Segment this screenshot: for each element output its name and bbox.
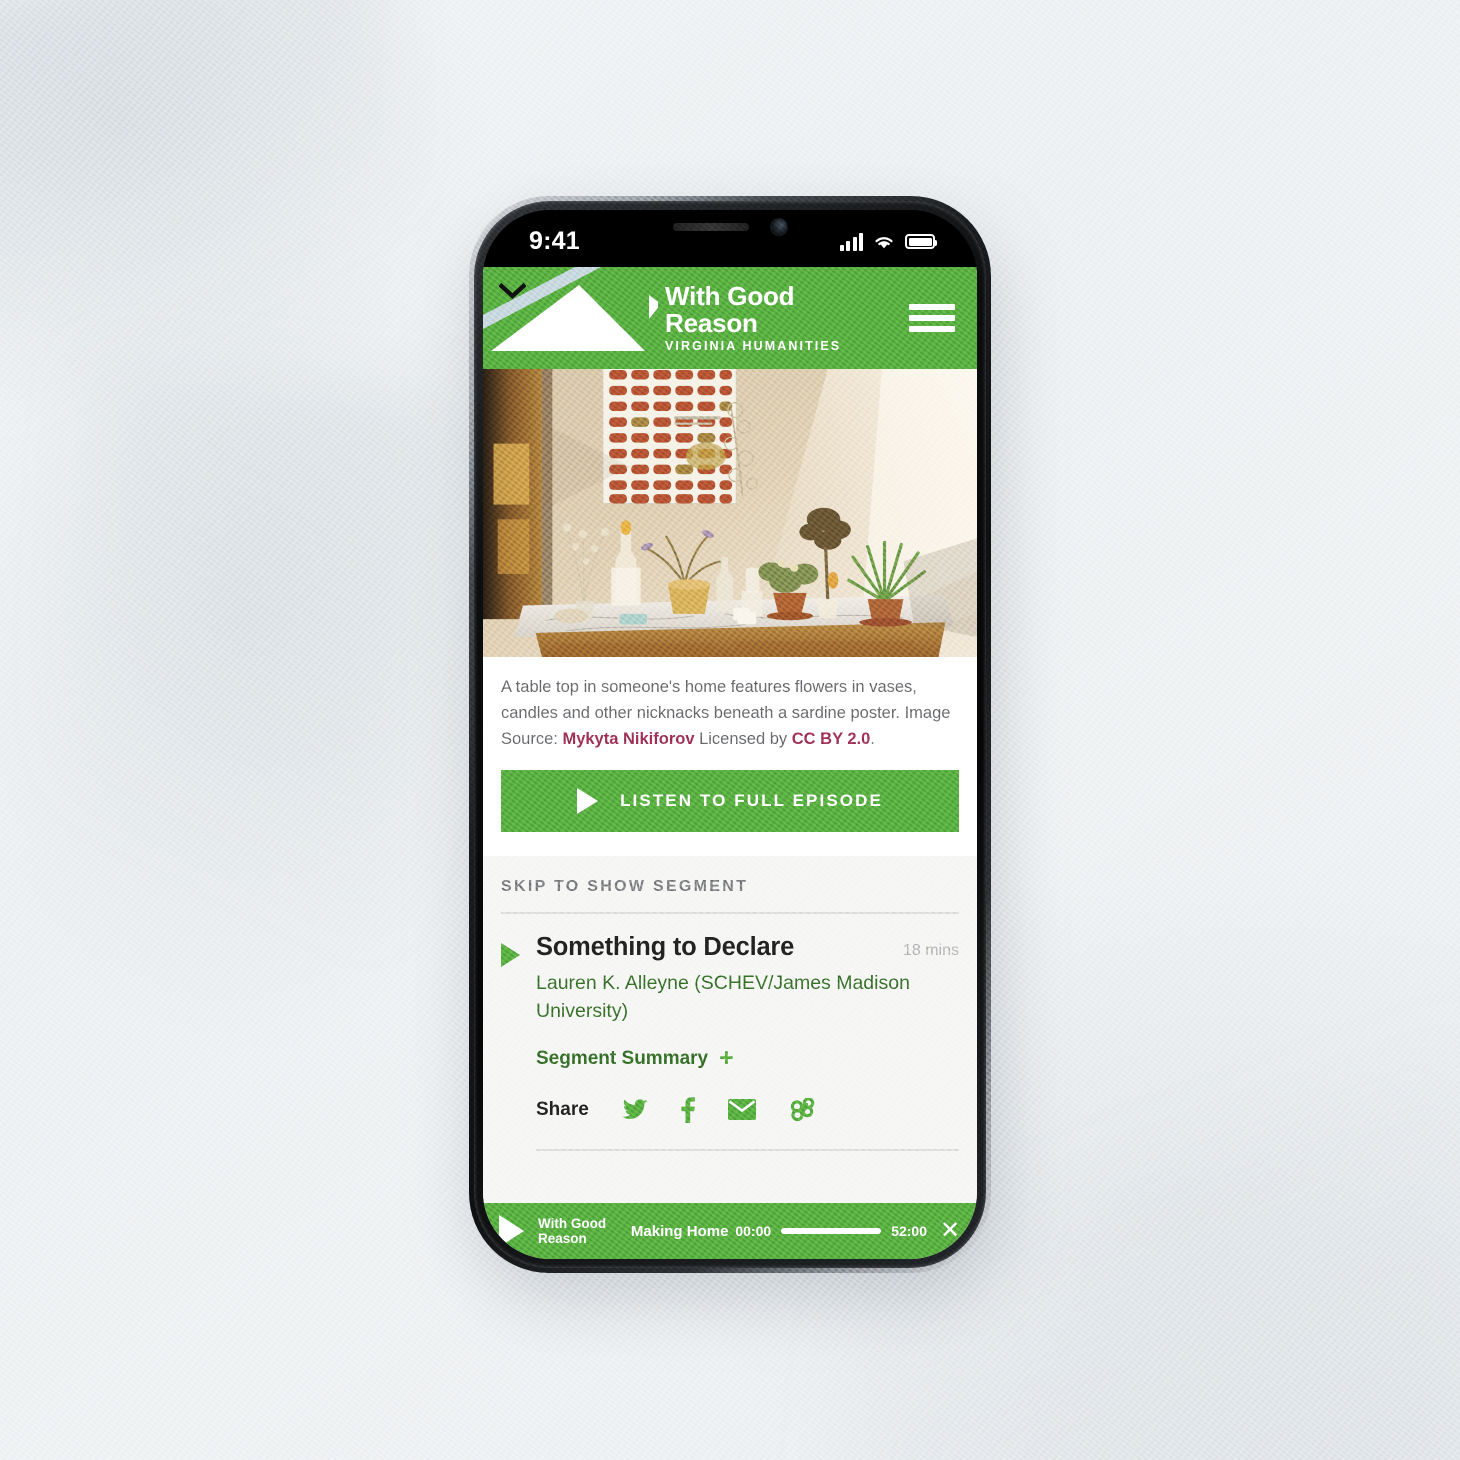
app-header: With Good Reason VIRGINIA HUMANITIES: [483, 267, 977, 369]
episode-hero-image: [483, 369, 977, 657]
app-content: With Good Reason VIRGINIA HUMANITIES A t…: [483, 267, 977, 1259]
segment-body: Something to Declare 18 mins Lauren K. A…: [536, 933, 959, 1151]
device-notch: [637, 210, 823, 244]
hero-illustration: [483, 369, 977, 657]
battery-icon: [905, 234, 937, 249]
player-total-time: 52:00: [891, 1223, 927, 1239]
listen-to-full-episode-button[interactable]: LISTEN TO FULL EPISODE: [501, 770, 959, 833]
status-clock: 9:41: [529, 227, 580, 255]
listen-button-container: LISTEN TO FULL EPISODE: [483, 756, 977, 857]
segment-list-item[interactable]: Something to Declare 18 mins Lauren K. A…: [501, 914, 959, 1151]
phone-bezel: 9:41 With Good Reason VIRGINIA HUMANITIE…: [474, 201, 986, 1268]
backdrop-shadow-left: [24, 363, 456, 1097]
play-triangle-icon: [577, 788, 599, 815]
segment-title-row: Something to Declare 18 mins: [536, 933, 959, 962]
segment-play-icon[interactable]: [501, 943, 520, 968]
plus-icon: +: [719, 1044, 734, 1073]
facebook-icon[interactable]: [681, 1096, 695, 1123]
brand-line-1: With Good: [665, 281, 795, 312]
player-close-button[interactable]: ✕: [937, 1219, 963, 1243]
player-play-button[interactable]: [499, 1215, 524, 1247]
segments-section: SKIP TO SHOW SEGMENT Something to Declar…: [483, 856, 977, 1203]
caption-text-middle: Licensed by: [694, 730, 792, 749]
player-show-name: With Good Reason: [538, 1216, 624, 1246]
mini-player-bar: With Good Reason Making Home 00:00 52:00…: [483, 1203, 977, 1259]
front-camera-icon: [771, 219, 787, 235]
cellular-signal-icon: [839, 232, 863, 251]
share-label: Share: [536, 1098, 589, 1120]
license-link[interactable]: CC BY 2.0: [792, 730, 871, 748]
backdrop-shadow-top-left: [0, 0, 454, 520]
player-progress-bar[interactable]: [781, 1228, 882, 1234]
earpiece-speaker-icon: [673, 223, 749, 231]
email-icon[interactable]: [727, 1099, 756, 1121]
segment-summary-toggle[interactable]: Segment Summary +: [536, 1044, 959, 1073]
brand-line-2: Reason: [665, 307, 758, 338]
chevron-down-icon: [498, 282, 526, 299]
photographer-link[interactable]: Mykyta Nikiforov: [562, 730, 694, 748]
image-caption: A table top in someone's home features f…: [483, 657, 977, 757]
caption-text-end: .: [870, 730, 875, 749]
player-show-line-1: With Good: [538, 1215, 607, 1231]
phone-screen: 9:41 With Good Reason VIRGINIA HUMANITIE…: [483, 210, 977, 1259]
link-icon[interactable]: [789, 1097, 815, 1122]
wifi-icon: [875, 236, 893, 248]
segment-duration: 18 mins: [902, 942, 959, 960]
segment-summary-label: Segment Summary: [536, 1047, 709, 1069]
segment-guests: Lauren K. Alleyne (SCHEV/James Madison U…: [536, 972, 910, 1023]
brand-subtitle: VIRGINIA HUMANITIES: [665, 339, 842, 354]
player-show-line-2: Reason: [538, 1231, 587, 1246]
segment-title[interactable]: Something to Declare: [536, 933, 794, 962]
collapse-player-button[interactable]: [493, 275, 531, 307]
player-episode-title: Making Home: [630, 1222, 729, 1240]
status-bar: 9:41: [483, 210, 977, 267]
player-elapsed-time: 00:00: [735, 1223, 772, 1239]
twitter-icon[interactable]: [621, 1099, 648, 1121]
scene-backdrop: 9:41 With Good Reason VIRGINIA HUMANITIE…: [0, 0, 1460, 1460]
listen-button-label: LISTEN TO FULL EPISODE: [620, 791, 883, 811]
hamburger-menu-icon[interactable]: [909, 301, 955, 335]
status-indicators: [839, 232, 937, 251]
segments-heading: SKIP TO SHOW SEGMENT: [501, 878, 749, 896]
share-row: Share: [536, 1096, 959, 1123]
phone-device: 9:41 With Good Reason VIRGINIA HUMANITIE…: [469, 196, 991, 1273]
brand-wordmark[interactable]: With Good Reason VIRGINIA HUMANITIES: [665, 283, 841, 353]
segment-divider-bottom: [536, 1148, 959, 1151]
